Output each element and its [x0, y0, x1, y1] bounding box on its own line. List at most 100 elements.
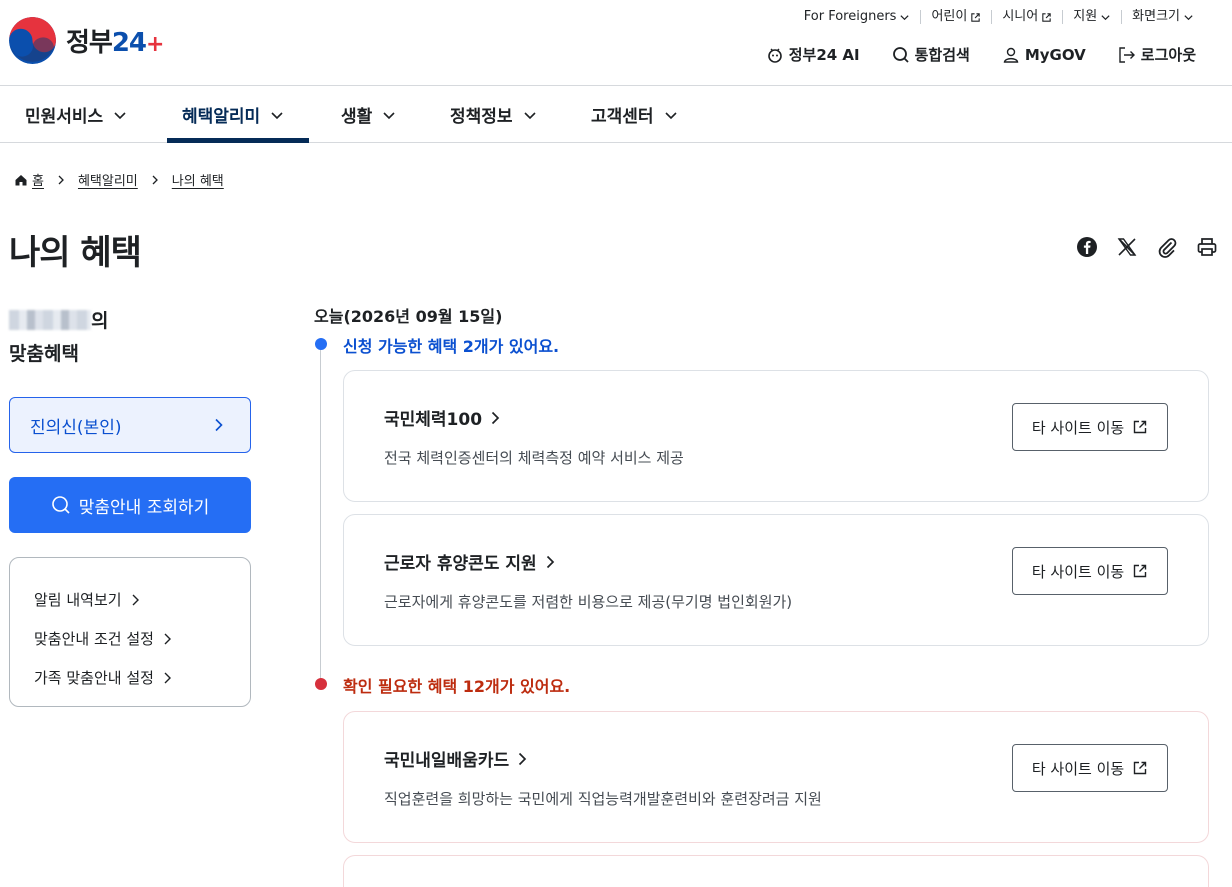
search-icon: [892, 46, 909, 63]
benefit-card-partial: [343, 855, 1209, 887]
sidebar-menu: 알림 내역보기 맞춤안내 조건 설정 가족 맞춤안내 설정: [9, 557, 251, 707]
sidebar-link-condition-settings[interactable]: 맞춤안내 조건 설정: [34, 619, 250, 658]
x-icon[interactable]: [1116, 236, 1138, 258]
chevron-right-icon: [150, 175, 160, 185]
nav-label: 혜택알리미: [182, 107, 261, 127]
benefit-title-text: 국민체력100: [384, 410, 483, 430]
action-label: 로그아웃: [1140, 46, 1196, 64]
timeline-dot-available: [315, 338, 327, 350]
util-senior[interactable]: 시니어: [991, 10, 1062, 24]
timeline-dot-check: [315, 678, 327, 690]
benefit-card-desc: 전국 체력인증센터의 체력측정 예약 서비스 제공: [384, 449, 684, 467]
benefit-title-text: 근로자 휴양콘도 지원: [384, 554, 537, 574]
nav-customer-center[interactable]: 고객센터: [591, 86, 678, 143]
nav-benefit-alert[interactable]: 혜택알리미: [182, 86, 284, 143]
external-site-button[interactable]: 타 사이트 이동: [1012, 403, 1168, 451]
util-kids[interactable]: 어린이: [920, 10, 991, 24]
benefit-card: 근로자 휴양콘도 지원 근로자에게 휴양콘도를 저렴한 비용으로 제공(무기명 …: [343, 514, 1209, 646]
facebook-icon[interactable]: [1076, 236, 1098, 258]
sidebar-link-family-settings[interactable]: 가족 맞춤안내 설정: [34, 658, 250, 697]
search-icon: [51, 496, 70, 514]
chevron-down-icon: [271, 111, 283, 119]
print-icon[interactable]: [1196, 236, 1218, 258]
external-link-icon: [1133, 564, 1147, 578]
nav-label: 생활: [341, 107, 373, 127]
search-button-label: 맞춤안내 조회하기: [78, 497, 210, 518]
section-title-available: 신청 가능한 혜택 2개가 있어요.: [343, 337, 560, 356]
benefit-card-title[interactable]: 근로자 휴양콘도 지원: [384, 549, 555, 574]
ai-icon: [767, 47, 782, 63]
site-header: 정부24+ For Foreigners 어린이 시니어 지원 화면크기 정부2…: [0, 0, 1232, 86]
chevron-down-icon: [1101, 14, 1110, 20]
sidebar-link-alert-history[interactable]: 알림 내역보기: [34, 580, 250, 619]
util-support[interactable]: 지원: [1062, 10, 1121, 24]
nav-active-indicator: [167, 138, 309, 143]
action-label: 통합검색: [914, 46, 970, 64]
profile-select-button[interactable]: 진의신(본인): [9, 397, 251, 453]
chevron-down-icon: [383, 111, 395, 119]
sidebar-link-label: 알림 내역보기: [34, 591, 122, 609]
nav-label: 민원서비스: [25, 107, 104, 127]
breadcrumb-benefit-alert[interactable]: 혜택알리미: [78, 170, 138, 189]
button-label: 타 사이트 이동: [1031, 759, 1125, 778]
nav-policy-info[interactable]: 정책정보: [450, 86, 537, 143]
header-actions: 정부24 AI 통합검색 MyGOV 로그아웃: [734, 44, 1196, 65]
chevron-right-icon: [519, 752, 527, 765]
util-foreigners[interactable]: For Foreigners: [794, 10, 921, 24]
user-suffix: 의: [91, 310, 109, 332]
utility-menu: For Foreigners 어린이 시니어 지원 화면크기: [794, 10, 1204, 24]
chevron-right-icon: [491, 411, 500, 424]
share-tools: [1058, 236, 1218, 258]
util-label: For Foreigners: [803, 9, 897, 24]
button-label: 타 사이트 이동: [1031, 418, 1125, 437]
gov24-ai-button[interactable]: 정부24 AI: [766, 44, 860, 65]
external-site-button[interactable]: 타 사이트 이동: [1012, 744, 1168, 792]
user-icon: [1003, 47, 1019, 63]
logo-text: 정부24+: [66, 22, 164, 59]
benefit-card-desc: 직업훈련을 희망하는 국민에게 직업능력개발훈련비와 훈련장려금 지원: [384, 790, 822, 808]
util-font-size[interactable]: 화면크기: [1121, 10, 1204, 24]
redacted-user-name: [9, 310, 91, 330]
logout-icon: [1119, 46, 1135, 63]
external-link-icon: [1133, 420, 1147, 434]
chevron-down-icon: [900, 14, 910, 20]
link-icon[interactable]: [1156, 236, 1178, 258]
user-name-line: 의: [9, 305, 108, 337]
breadcrumb-home[interactable]: 홈: [32, 170, 44, 189]
external-link-icon: [1042, 12, 1051, 22]
breadcrumb: 홈 혜택알리미 나의 혜택: [14, 170, 224, 189]
nav-civil-service[interactable]: 민원서비스: [25, 86, 127, 143]
chevron-down-icon: [1184, 14, 1193, 20]
external-link-icon: [971, 12, 981, 22]
sidebar-link-label: 맞춤안내 조건 설정: [34, 630, 154, 648]
chevron-right-icon: [164, 633, 171, 644]
profile-label: 진의신(본인): [30, 417, 122, 438]
benefit-card-title[interactable]: 국민체력100: [384, 405, 500, 430]
util-label: 지원: [1073, 9, 1098, 24]
logout-button[interactable]: 로그아웃: [1118, 44, 1196, 65]
nav-life[interactable]: 생활: [341, 86, 396, 143]
integrated-search-button[interactable]: 통합검색: [892, 44, 970, 65]
gov24-logo[interactable]: 정부24+: [9, 17, 164, 64]
sidebar-link-label: 가족 맞춤안내 설정: [34, 669, 154, 687]
benefit-card: 국민체력100 전국 체력인증센터의 체력측정 예약 서비스 제공 타 사이트 …: [343, 370, 1209, 502]
taegeuk-logo-icon: [9, 17, 56, 64]
user-sub-title: 맞춤혜택: [9, 343, 79, 365]
util-label: 화면크기: [1132, 9, 1180, 24]
action-label: 정부24 AI: [788, 46, 860, 64]
chevron-right-icon: [215, 418, 223, 432]
timeline-line: [320, 344, 321, 684]
custom-guide-search-button[interactable]: 맞춤안내 조회하기: [9, 477, 251, 533]
benefit-card-title[interactable]: 국민내일배움카드: [384, 746, 527, 771]
benefit-card-desc: 근로자에게 휴양콘도를 저렴한 비용으로 제공(무기명 법인회원가): [384, 593, 793, 611]
main-nav: 민원서비스 혜택알리미 생활 정책정보 고객센터: [0, 86, 1232, 143]
breadcrumb-my-benefits[interactable]: 나의 혜택: [172, 170, 224, 189]
home-icon: [15, 174, 27, 185]
chevron-right-icon: [546, 555, 554, 568]
chevron-right-icon: [164, 672, 171, 683]
external-site-button[interactable]: 타 사이트 이동: [1012, 547, 1168, 595]
external-link-icon: [1133, 761, 1147, 775]
chevron-down-icon: [523, 111, 536, 119]
benefit-title-text: 국민내일배움카드: [384, 751, 510, 771]
mygov-button[interactable]: MyGOV: [1002, 46, 1086, 64]
